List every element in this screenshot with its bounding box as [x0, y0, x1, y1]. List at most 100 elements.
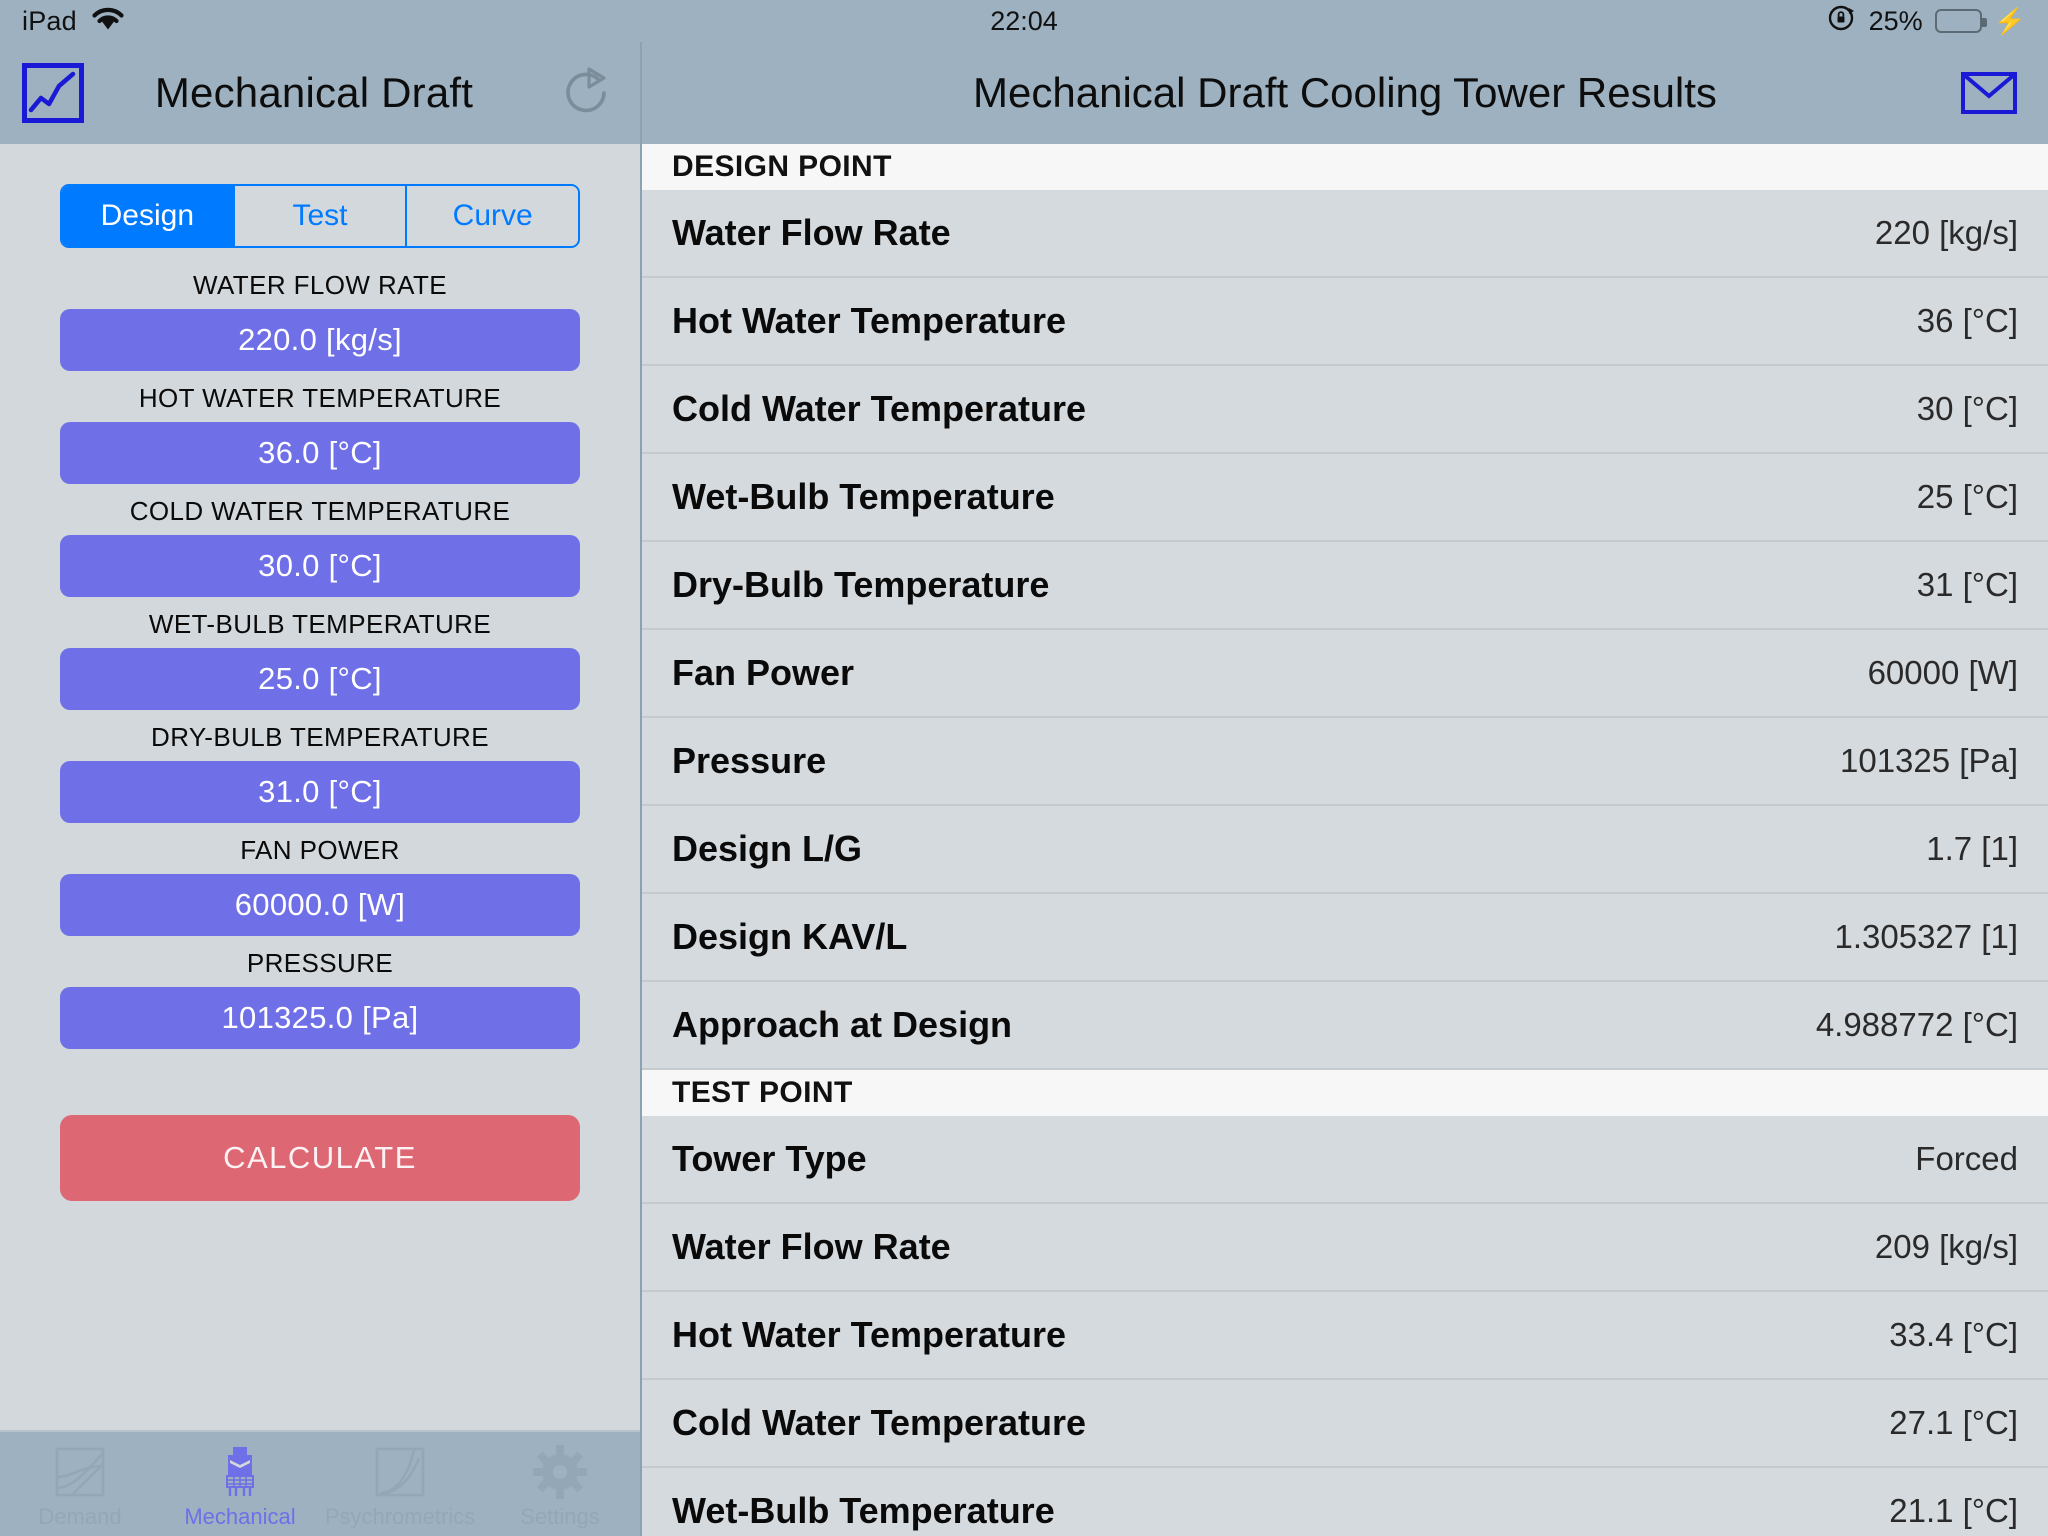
tab-settings[interactable]: Settings: [480, 1432, 640, 1536]
row-label: Hot Water Temperature: [672, 300, 1067, 341]
table-row[interactable]: Tower Type Forced: [642, 1116, 2048, 1204]
row-value: 1.305327 [1]: [1834, 918, 2019, 955]
table-row[interactable]: Pressure 101325 [Pa]: [642, 718, 2048, 806]
input-cold-water-temperature[interactable]: 30.0 [°C]: [60, 535, 580, 597]
refresh-icon[interactable]: [554, 61, 618, 125]
label-cold-water-temperature: COLD WATER TEMPERATURE: [129, 496, 511, 526]
label-dry-bulb-temperature: DRY-BULB TEMPERATURE: [151, 722, 489, 752]
row-label: Fan Power: [672, 652, 855, 693]
row-value: 60000 [W]: [1867, 654, 2018, 691]
table-row[interactable]: Design KAV/L 1.305327 [1]: [642, 894, 2048, 982]
row-label: Wet-Bulb Temperature: [672, 476, 1055, 517]
segment-test[interactable]: Test: [234, 186, 408, 246]
row-label: Approach at Design: [672, 1004, 1013, 1045]
row-label: Tower Type: [672, 1138, 867, 1179]
row-value: 21.1 [°C]: [1889, 1492, 2018, 1529]
table-row[interactable]: Hot Water Temperature 36 [°C]: [642, 278, 2048, 366]
psychrometric-icon: [372, 1444, 428, 1500]
row-value: 209 [kg/s]: [1874, 1228, 2018, 1265]
section-header-design-point: DESIGN POINT: [642, 144, 2048, 190]
calculate-button[interactable]: CALCULATE: [60, 1115, 580, 1201]
rotation-lock-icon: [1827, 3, 1857, 40]
right-navigation-bar: Mechanical Draft Cooling Tower Results: [640, 42, 2048, 144]
row-value: Forced: [1915, 1140, 2018, 1177]
left-panel-title: Mechanical Draft: [154, 69, 474, 116]
input-dry-bulb-temperature[interactable]: 31.0 [°C]: [60, 761, 580, 823]
app-root: iPad 22:04 25% ⚡ Mechanical Draft Mechan…: [0, 0, 2048, 1536]
input-pressure[interactable]: 101325.0 [Pa]: [60, 987, 580, 1049]
design-form: Design Test Curve WATER FLOW RATE 220.0 …: [0, 144, 640, 1430]
row-label: Design L/G: [672, 828, 863, 869]
line-chart-logo-icon: [22, 63, 84, 123]
segment-design[interactable]: Design: [62, 186, 235, 246]
left-navigation-bar: Mechanical Draft: [0, 42, 640, 144]
segment-curve[interactable]: Curve: [407, 186, 578, 246]
section-header-test-point: TEST POINT: [642, 1070, 2048, 1116]
left-panel: Design Test Curve WATER FLOW RATE 220.0 …: [0, 144, 640, 1536]
status-bar: iPad 22:04 25% ⚡: [0, 0, 2048, 42]
row-value: 36 [°C]: [1916, 302, 2018, 339]
row-value: 25 [°C]: [1916, 478, 2018, 515]
table-row[interactable]: Approach at Design 4.988772 [°C]: [642, 982, 2048, 1070]
gear-icon: [532, 1444, 588, 1500]
table-row[interactable]: Cold Water Temperature 30 [°C]: [642, 366, 2048, 454]
table-row[interactable]: Design L/G 1.7 [1]: [642, 806, 2048, 894]
status-bar-left: iPad: [22, 5, 125, 38]
input-fan-power[interactable]: 60000.0 [W]: [60, 874, 580, 936]
label-water-flow-rate: WATER FLOW RATE: [193, 270, 447, 300]
table-row[interactable]: Water Flow Rate 220 [kg/s]: [642, 190, 2048, 278]
tab-label-settings: Settings: [520, 1504, 600, 1529]
table-row[interactable]: Wet-Bulb Temperature 25 [°C]: [642, 454, 2048, 542]
row-value: 4.988772 [°C]: [1815, 1006, 2018, 1043]
status-bar-clock: 22:04: [990, 5, 1058, 36]
row-label: Cold Water Temperature: [672, 388, 1087, 429]
bottom-tab-bar: Demand Mechanical Psychrometrics Setting…: [0, 1430, 640, 1536]
tab-label-psychrometrics: Psychrometrics: [324, 1504, 476, 1529]
table-row[interactable]: Water Flow Rate 209 [kg/s]: [642, 1204, 2048, 1292]
row-label: Dry-Bulb Temperature: [672, 564, 1050, 605]
mode-segmented-control[interactable]: Design Test Curve: [60, 184, 580, 248]
wifi-icon: [91, 5, 125, 38]
tab-mechanical[interactable]: Mechanical: [160, 1432, 320, 1536]
row-label: Pressure: [672, 740, 827, 781]
tab-demand[interactable]: Demand: [0, 1432, 160, 1536]
mail-envelope-icon[interactable]: [1960, 71, 2018, 115]
row-label: Hot Water Temperature: [672, 1314, 1067, 1355]
row-value: 31 [°C]: [1916, 566, 2018, 603]
tab-label-demand: Demand: [38, 1504, 122, 1529]
results-panel[interactable]: DESIGN POINT Water Flow Rate 220 [kg/s] …: [640, 144, 2048, 1536]
table-row[interactable]: Cold Water Temperature 27.1 [°C]: [642, 1380, 2048, 1468]
cooling-tower-icon: [212, 1444, 268, 1500]
row-value: 220 [kg/s]: [1874, 214, 2018, 251]
battery-icon: [1934, 9, 1987, 33]
main-body: Design Test Curve WATER FLOW RATE 220.0 …: [0, 144, 2048, 1536]
label-pressure: PRESSURE: [246, 948, 394, 978]
row-value: 27.1 [°C]: [1889, 1404, 2018, 1441]
input-wet-bulb-temperature[interactable]: 25.0 [°C]: [60, 648, 580, 710]
navigation-bars: Mechanical Draft Mechanical Draft Coolin…: [0, 42, 2048, 144]
row-value: 101325 [Pa]: [1840, 742, 2018, 779]
results-title: Mechanical Draft Cooling Tower Results: [973, 69, 1717, 116]
status-bar-right: 25% ⚡: [1827, 3, 2026, 40]
table-row[interactable]: Wet-Bulb Temperature 21.1 [°C]: [642, 1468, 2048, 1536]
label-wet-bulb-temperature: WET-BULB TEMPERATURE: [148, 609, 492, 639]
row-label: Design KAV/L: [672, 916, 908, 957]
input-hot-water-temperature[interactable]: 36.0 [°C]: [60, 422, 580, 484]
label-hot-water-temperature: HOT WATER TEMPERATURE: [138, 383, 502, 413]
table-row[interactable]: Dry-Bulb Temperature 31 [°C]: [642, 542, 2048, 630]
tab-psychrometrics[interactable]: Psychrometrics: [320, 1432, 480, 1536]
battery-percent-label: 25%: [1868, 5, 1923, 36]
table-row[interactable]: Hot Water Temperature 33.4 [°C]: [642, 1292, 2048, 1380]
table-row[interactable]: Fan Power 60000 [W]: [642, 630, 2048, 718]
demand-chart-icon: [52, 1444, 108, 1500]
row-value: 1.7 [1]: [1926, 830, 2018, 867]
input-water-flow-rate[interactable]: 220.0 [kg/s]: [60, 309, 580, 371]
label-fan-power: FAN POWER: [240, 835, 400, 865]
row-label: Cold Water Temperature: [672, 1402, 1087, 1443]
row-label: Water Flow Rate: [672, 212, 951, 253]
row-label: Wet-Bulb Temperature: [672, 1490, 1055, 1531]
tab-label-mechanical: Mechanical: [184, 1504, 296, 1529]
device-name: iPad: [22, 5, 77, 36]
lightning-bolt-icon: ⚡: [1993, 6, 2026, 36]
row-label: Water Flow Rate: [672, 1226, 951, 1267]
